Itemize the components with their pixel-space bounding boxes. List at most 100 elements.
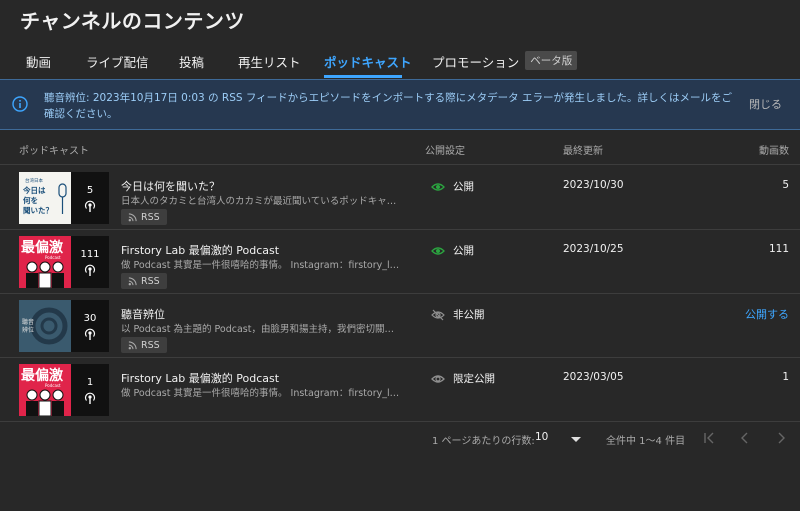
tab-live[interactable]: ライブ配信 <box>86 44 149 78</box>
rss-chip[interactable]: RSS <box>121 209 167 225</box>
thumbnail-caption: Podcast <box>45 383 61 388</box>
tab-label: ライブ配信 <box>86 55 149 70</box>
tab-podcasts[interactable]: ポッドキャスト <box>324 44 412 78</box>
visibility-cell[interactable]: 限定公開 <box>431 371 495 386</box>
podcast-thumbnail[interactable]: 聽音 辨位 <box>19 300 71 352</box>
svg-text:今日は: 今日は <box>22 185 46 195</box>
rss-chip[interactable]: RSS <box>121 273 167 289</box>
podcast-icon <box>84 200 96 212</box>
eye-icon <box>431 182 445 191</box>
thumbnail-art: 最偏激 Podcast <box>19 364 71 416</box>
rss-icon <box>128 340 137 349</box>
visibility-label: 限定公開 <box>453 373 495 385</box>
beta-badge: ベータ版 <box>525 51 578 70</box>
visibility-label: 公開 <box>453 245 474 257</box>
episode-count: 111 <box>80 249 100 260</box>
svg-text:辨位: 辨位 <box>22 326 34 334</box>
episode-count-badge: 5 <box>71 172 109 224</box>
tab-playlists[interactable]: 再生リスト <box>238 44 301 78</box>
podcast-title[interactable]: Firstory Lab 最偏激的 Podcast <box>121 370 279 386</box>
next-page-icon[interactable] <box>773 430 789 446</box>
last-updated: 2023/03/05 <box>563 371 624 383</box>
thumbnail-art: 最偏激 Podcast <box>19 236 71 288</box>
table-row[interactable]: 台湾日本 今日は 何を 聞いた？ 5 今日は何を聞いた？ 日本人のタカミと台湾人… <box>0 166 800 230</box>
video-count: 5 <box>782 179 789 191</box>
last-updated: 2023/10/30 <box>563 179 624 191</box>
header-visibility[interactable]: 公開設定 <box>425 142 465 157</box>
podcast-title[interactable]: 聽音辨位 <box>121 306 165 322</box>
svg-text:聞いた？: 聞いた？ <box>23 205 53 215</box>
thumbnail-art: 聽音 辨位 <box>19 300 71 352</box>
rss-icon <box>128 276 137 285</box>
thumbnail-caption: 台湾日本 <box>25 177 43 184</box>
rows-per-page-select[interactable]: 10 <box>535 431 583 447</box>
error-banner: 聽音辨位: 2023年10月17日 0:03 の RSS フィードからエピソード… <box>0 79 800 130</box>
thumbnail-art: 台湾日本 今日は 何を 聞いた？ <box>19 172 71 224</box>
first-page-icon[interactable] <box>701 430 717 446</box>
episode-count: 1 <box>86 377 94 388</box>
tab-label: 動画 <box>26 55 52 70</box>
tab-label: 再生リスト <box>238 55 301 70</box>
page-range: 全件中 1〜4 件目 <box>606 436 686 447</box>
table-row[interactable]: 最偏激 Podcast 111 Firstory Lab 最偏激的 Podcas… <box>0 230 800 294</box>
visibility-cell[interactable]: 非公開 <box>431 307 485 322</box>
podcast-icon <box>84 328 96 340</box>
visibility-label: 非公開 <box>453 309 485 321</box>
podcast-description: 日本人のタカミと台湾人のカカミが最近聞いているポッドキャスト... <box>121 196 401 207</box>
rss-label: RSS <box>141 211 160 223</box>
podcast-title[interactable]: 今日は何を聞いた？ <box>121 178 220 194</box>
banner-message: 聽音辨位: 2023年10月17日 0:03 の RSS フィードからエピソード… <box>44 92 732 120</box>
podcast-thumbnail[interactable]: 最偏激 Podcast <box>19 236 71 288</box>
publish-button[interactable]: 公開する <box>745 306 789 322</box>
close-button[interactable]: 閉じる <box>749 96 782 112</box>
pagination: 1 ページあたりの行数: 10 全件中 1〜4 件目 <box>0 428 800 448</box>
header-podcast[interactable]: ポッドキャスト <box>19 142 89 157</box>
video-count: 1 <box>782 371 789 383</box>
table-header: ポッドキャスト 公開設定 最終更新 動画数 <box>0 131 800 165</box>
video-count: 111 <box>768 243 789 255</box>
thumbnail-text: 最偏激 <box>21 367 63 384</box>
tab-promotions[interactable]: プロモーション ベータ版 <box>432 44 578 78</box>
tab-posts[interactable]: 投稿 <box>179 44 204 78</box>
visibility-cell[interactable]: 公開 <box>431 179 474 194</box>
podcast-thumbnail[interactable]: 最偏激 Podcast <box>19 364 71 416</box>
rows-per-page-value: 10 <box>535 431 549 443</box>
podcast-thumbnail[interactable]: 台湾日本 今日は 何を 聞いた？ <box>19 172 71 224</box>
info-icon <box>12 96 28 112</box>
tab-label: ポッドキャスト <box>324 55 412 70</box>
header-video-count[interactable]: 動画数 <box>759 142 789 157</box>
visibility-label: 公開 <box>453 181 474 193</box>
podcast-icon <box>84 264 96 276</box>
svg-text:何を: 何を <box>23 195 38 205</box>
table-row[interactable]: 聽音 辨位 30 聽音辨位 以 Podcast 為主題的 Podcast，由臉男… <box>0 294 800 358</box>
page-title: チャンネルのコンテンツ <box>20 9 245 33</box>
chevron-down-icon <box>571 437 581 442</box>
rows-per-page-label: 1 ページあたりの行数: <box>432 436 535 447</box>
thumbnail-text: 最偏激 <box>21 239 63 256</box>
episode-count-badge: 30 <box>71 300 109 352</box>
tab-bar: 動画 ライブ配信 投稿 再生リスト ポッドキャスト プロモーション ベータ版 <box>0 44 800 78</box>
episode-count: 30 <box>83 313 97 324</box>
podcast-icon <box>84 392 96 404</box>
rss-label: RSS <box>141 275 160 287</box>
episode-count-badge: 111 <box>71 236 109 288</box>
table-row[interactable]: 最偏激 Podcast 1 Firstory Lab 最偏激的 Podcast … <box>0 358 800 422</box>
podcast-description: 以 Podcast 為主題的 Podcast，由臉男和揚主持，我們密切關注聲音.… <box>121 324 401 335</box>
tab-label: 投稿 <box>179 55 205 70</box>
podcast-description: 做 Podcast 其實是一件很嘻哈的事情。 Instagram：firstor… <box>121 260 401 271</box>
episode-count: 5 <box>86 185 94 196</box>
eye-icon <box>431 246 445 255</box>
eye-off-icon <box>431 309 445 320</box>
rss-icon <box>128 212 137 221</box>
previous-page-icon[interactable] <box>737 430 753 446</box>
last-updated: 2023/10/25 <box>563 243 624 255</box>
header-last-updated[interactable]: 最終更新 <box>563 142 603 157</box>
rss-label: RSS <box>141 339 160 351</box>
rss-chip[interactable]: RSS <box>121 337 167 353</box>
svg-text:聽音: 聽音 <box>22 318 34 326</box>
visibility-cell[interactable]: 公開 <box>431 243 474 258</box>
thumbnail-caption: Podcast <box>45 255 61 260</box>
episode-count-badge: 1 <box>71 364 109 416</box>
podcast-title[interactable]: Firstory Lab 最偏激的 Podcast <box>121 242 279 258</box>
tab-videos[interactable]: 動画 <box>26 44 51 78</box>
